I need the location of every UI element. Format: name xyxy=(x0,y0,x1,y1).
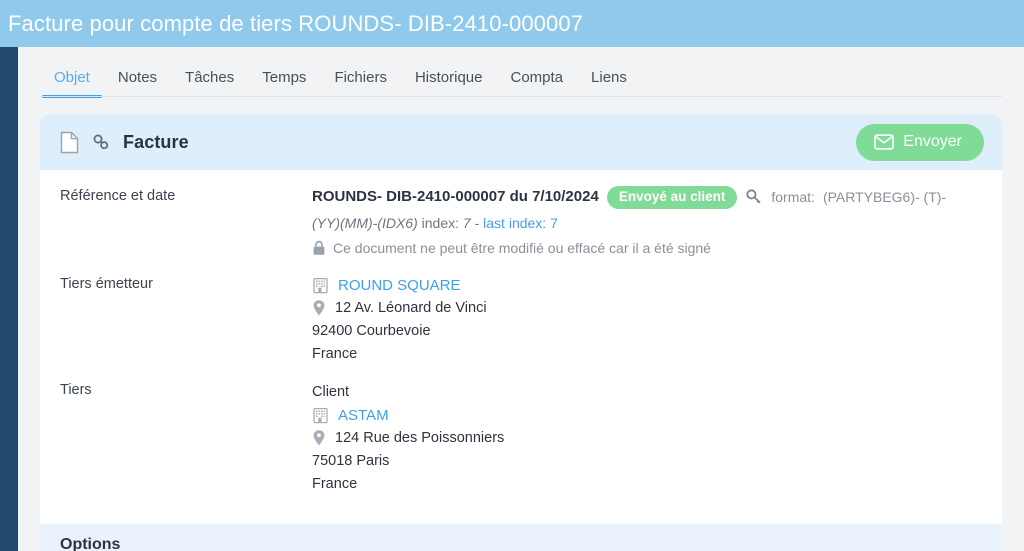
link-icon[interactable] xyxy=(91,132,111,152)
tab-liens[interactable]: Liens xyxy=(577,65,641,97)
tab-bar: Objet Notes Tâches Temps Fichiers Histor… xyxy=(18,47,1024,98)
invoice-card-header: Facture Envoyer xyxy=(40,114,1002,170)
content-column: Objet Notes Tâches Temps Fichiers Histor… xyxy=(18,47,1024,551)
row-issuer-label: Tiers émetteur xyxy=(60,275,153,292)
party-company-link[interactable]: ASTAM xyxy=(338,404,389,427)
building-icon xyxy=(312,407,329,424)
row-reference-value: ROUNDS- DIB-2410-000007 du 7/10/2024 Env… xyxy=(312,186,982,260)
lock-icon xyxy=(312,240,326,256)
tab-taches-label: Tâches xyxy=(185,69,235,86)
party-street-line: 124 Rue des Poissonniers xyxy=(312,427,982,450)
row-reference: Référence et date ROUNDS- DIB-2410-00000… xyxy=(40,186,1002,260)
row-reference-label: Référence et date xyxy=(60,188,176,204)
invoice-card-header-left: Facture xyxy=(60,131,856,154)
options-section: Options xyxy=(40,523,1002,551)
format-value-part2: (YY)(MM)-(IDX6) xyxy=(312,214,418,231)
signed-notice: Ce document ne peut être modifié ou effa… xyxy=(312,236,982,260)
issuer-country: France xyxy=(312,345,358,362)
issuer-company-link[interactable]: ROUND SQUARE xyxy=(338,274,461,297)
format-prefix-label: format: xyxy=(771,186,815,208)
party-company-line: ASTAM xyxy=(312,404,982,427)
options-section-title: Options xyxy=(60,535,121,551)
index-separator: - xyxy=(474,214,480,231)
tab-objet-label: Objet xyxy=(54,69,90,86)
party-type: Client xyxy=(312,383,350,400)
index-label: index: xyxy=(421,214,460,231)
issuer-company-line: ROUND SQUARE xyxy=(312,274,982,297)
send-button[interactable]: Envoyer xyxy=(856,123,984,161)
row-party: Tiers Client ASTAM 124 Rue des Poissonni… xyxy=(40,380,1002,496)
tab-taches[interactable]: Tâches xyxy=(171,65,248,97)
tab-historique-label: Historique xyxy=(414,69,483,86)
app-window: Facture pour compte de tiers ROUNDS- DIB… xyxy=(0,0,1024,551)
row-issuer-value: ROUND SQUARE 12 Av. Léonard de Vinci 924… xyxy=(312,274,982,366)
format-label: format: xyxy=(771,189,815,206)
map-pin-icon xyxy=(312,429,326,447)
tab-fichiers[interactable]: Fichiers xyxy=(320,65,401,97)
invoice-card-title: Facture xyxy=(123,131,189,152)
tab-compta[interactable]: Compta xyxy=(496,65,577,97)
status-badge[interactable]: Envoyé au client xyxy=(606,186,738,209)
format-value-part1: (PARTYBEG6)- (T)- xyxy=(822,189,947,206)
party-country: France xyxy=(312,475,358,492)
tab-fichiers-label: Fichiers xyxy=(334,69,387,86)
tab-compta-label: Compta xyxy=(510,69,564,86)
tab-historique[interactable]: Historique xyxy=(401,65,497,97)
left-nav-rail[interactable] xyxy=(0,47,18,551)
party-city: 75018 Paris xyxy=(312,452,390,469)
issuer-street: 12 Av. Léonard de Vinci xyxy=(335,299,487,316)
signed-notice-text: Ce document ne peut être modifié ou effa… xyxy=(333,239,711,256)
reference-line-primary: ROUNDS- DIB-2410-000007 du 7/10/2024 Env… xyxy=(312,186,982,209)
invoice-card-body: Référence et date ROUNDS- DIB-2410-00000… xyxy=(40,170,1002,524)
reference-and-date: ROUNDS- DIB-2410-000007 du 7/10/2024 xyxy=(312,188,599,206)
issuer-city: 92400 Courbevoie xyxy=(312,322,431,339)
tab-objet[interactable]: Objet xyxy=(40,65,104,98)
send-button-label: Envoyer xyxy=(903,133,962,150)
page-header: Facture pour compte de tiers ROUNDS- DIB… xyxy=(0,0,1024,47)
key-icon[interactable] xyxy=(745,188,763,206)
last-index-link[interactable]: last index: 7 xyxy=(483,215,558,231)
tab-notes[interactable]: Notes xyxy=(104,65,171,97)
tab-liens-label: Liens xyxy=(591,69,627,86)
envelope-icon xyxy=(874,134,895,150)
invoice-card: Facture Envoyer Référence et date ROUNDS… xyxy=(40,114,1002,524)
document-icon xyxy=(60,131,79,154)
tab-notes-label: Notes xyxy=(117,69,158,86)
map-pin-icon xyxy=(312,299,326,317)
app-body: Objet Notes Tâches Temps Fichiers Histor… xyxy=(0,47,1024,551)
tab-temps[interactable]: Temps xyxy=(248,65,320,97)
tab-temps-label: Temps xyxy=(262,69,307,86)
party-street: 124 Rue des Poissonniers xyxy=(335,429,505,446)
tab-bar-divider xyxy=(40,96,1002,97)
reference-line-secondary: (YY)(MM)-(IDX6) index: 7 - last index: 7 xyxy=(312,211,982,235)
index-value: 7 xyxy=(462,214,471,231)
page-title: Facture pour compte de tiers ROUNDS- DIB… xyxy=(8,10,584,36)
building-icon xyxy=(312,277,329,294)
issuer-street-line: 12 Av. Léonard de Vinci xyxy=(312,297,982,320)
row-party-label: Tiers xyxy=(60,381,92,398)
row-issuer: Tiers émetteur ROUND SQUARE 12 Av. Léona… xyxy=(40,274,1002,366)
row-party-value: Client ASTAM 124 Rue des Poissonniers 75… xyxy=(312,380,982,496)
